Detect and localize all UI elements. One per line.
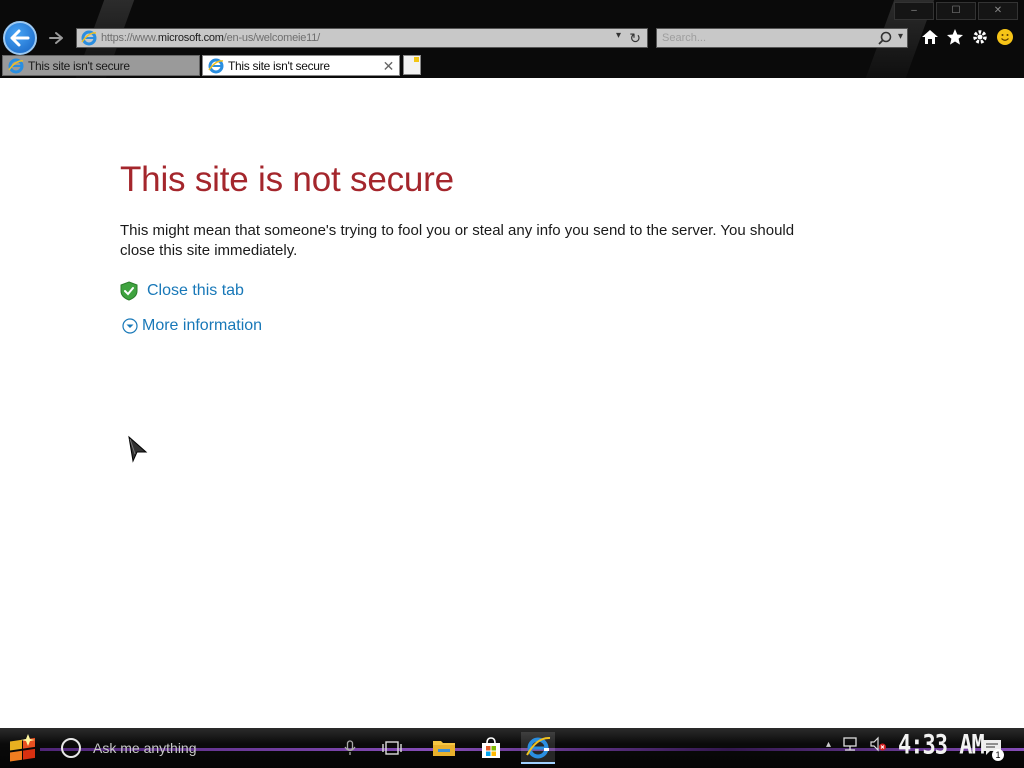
task-view-icon[interactable] (382, 740, 402, 756)
favorites-button[interactable] (945, 26, 965, 48)
search-icon[interactable] (877, 30, 893, 46)
minimize-button[interactable]: – (894, 2, 934, 20)
internet-explorer-taskbar-button[interactable] (521, 732, 555, 764)
refresh-icon[interactable]: ↻ (629, 29, 641, 47)
search-dropdown-icon[interactable]: ▾ (898, 31, 903, 42)
more-information-row[interactable]: More information (122, 317, 262, 335)
tab-label: This site isn't secure (28, 58, 130, 73)
address-url: https://www.microsoft.com/en-us/welcomei… (101, 32, 321, 44)
browser-toolbar (920, 26, 1015, 48)
volume-muted-icon[interactable] (869, 736, 887, 752)
back-button[interactable] (3, 21, 37, 55)
ie-logo-icon (8, 58, 24, 73)
windows-logo-icon (10, 734, 35, 762)
page-content: This site is not secure This might mean … (0, 78, 1024, 728)
more-information-link[interactable]: More information (142, 317, 262, 335)
browser-search-placeholder: Search... (662, 32, 707, 44)
tab-inactive[interactable]: This site isn't secure (2, 55, 200, 76)
browser-search-box[interactable]: Search... ▾ (656, 28, 908, 48)
taskbar-clock[interactable]: 4:33 AM (898, 731, 985, 761)
star-icon (947, 29, 963, 45)
tab-active[interactable]: This site isn't secure ✕ (202, 55, 400, 76)
close-tab-icon[interactable]: ✕ (383, 58, 395, 75)
notification-count-badge: 1 (992, 749, 1004, 761)
close-window-button[interactable]: ✕ (978, 2, 1018, 20)
system-tray: ▴ (826, 736, 887, 752)
gear-icon (973, 30, 987, 44)
folder-icon (433, 741, 455, 756)
mouse-cursor-icon (128, 435, 148, 463)
window-controls: – ☐ ✕ (892, 2, 1018, 20)
tab-strip: This site isn't secure This site isn't s… (0, 54, 1024, 76)
home-icon (922, 30, 938, 44)
chevron-up-icon[interactable]: ▴ (826, 739, 831, 750)
cortana-icon (61, 738, 81, 758)
tab-label: This site isn't secure (228, 58, 330, 73)
forward-arrow-icon (49, 32, 63, 44)
maximize-button[interactable]: ☐ (936, 2, 976, 20)
new-tab-button[interactable] (403, 55, 421, 75)
shield-check-icon (120, 281, 138, 301)
start-button[interactable] (6, 732, 40, 764)
forward-button[interactable] (44, 27, 68, 49)
microphone-icon[interactable] (344, 740, 356, 756)
home-button[interactable] (920, 26, 940, 48)
cortana-search[interactable]: Ask me anything (52, 733, 364, 763)
address-bar[interactable]: https://www.microsoft.com/en-us/welcomei… (76, 28, 648, 48)
page-title: This site is not secure (120, 160, 454, 199)
address-dropdown-icon[interactable]: ▾ (616, 30, 621, 41)
store-taskbar-button[interactable] (474, 732, 508, 764)
ie-logo-icon (208, 58, 224, 73)
back-arrow-icon (10, 29, 30, 47)
taskbar: Ask me anything ▴ 4:33 AM 1 (0, 728, 1024, 768)
store-bag-icon (482, 737, 500, 758)
tools-button[interactable] (970, 26, 990, 48)
feedback-button[interactable] (995, 26, 1015, 48)
close-tab-link-row[interactable]: Close this tab (120, 281, 244, 301)
network-icon[interactable] (841, 736, 859, 752)
browser-chrome: – ☐ ✕ https://www.microsoft.com/en-us/we… (0, 0, 1024, 78)
ie-logo-icon (81, 30, 97, 46)
close-tab-link[interactable]: Close this tab (147, 282, 244, 300)
chevron-down-circle-icon (122, 318, 138, 334)
file-explorer-taskbar-button[interactable] (427, 732, 461, 764)
cortana-search-placeholder: Ask me anything (93, 740, 197, 756)
action-center-button[interactable]: 1 (982, 738, 1004, 761)
ie-logo-icon (526, 736, 551, 759)
warning-message: This might mean that someone's trying to… (120, 222, 795, 259)
smiley-icon (997, 29, 1013, 45)
